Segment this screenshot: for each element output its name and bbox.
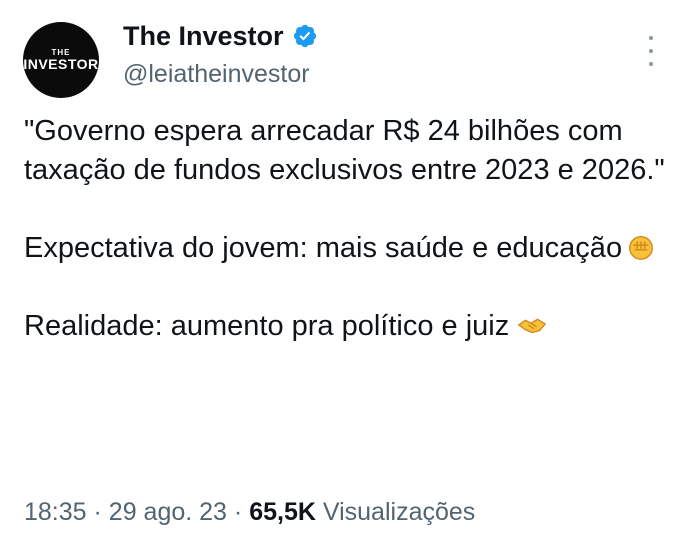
author-name[interactable]: The Investor	[123, 18, 284, 54]
tweet-paragraph-2: Expectativa do jovem: mais saúde e educa…	[24, 229, 674, 268]
tweet-paragraph-3-text: Realidade: aumento pra político e juiz	[24, 310, 510, 342]
verified-badge-icon	[293, 24, 316, 48]
more-vertical-icon[interactable]	[642, 36, 660, 66]
name-row: The Investor	[123, 18, 318, 54]
tweet-text: "Governo espera arrecadar R$ 24 bilhões …	[24, 112, 674, 346]
avatar[interactable]: THE INVESTOR	[23, 22, 99, 98]
avatar-logo-big: INVESTOR	[23, 56, 99, 72]
fist-emoji-icon	[629, 235, 654, 260]
tweet-paragraph-2-text: Expectativa do jovem: mais saúde e educa…	[24, 232, 623, 264]
handshake-emoji-icon	[517, 318, 547, 334]
author-handle[interactable]: @leiatheinvestor	[123, 56, 318, 92]
tweet: THE INVESTOR The Investor @leiatheinvest…	[0, 0, 690, 544]
meta-separator: ·	[233, 498, 243, 526]
tweet-paragraph-1: "Governo espera arrecadar R$ 24 bilhões …	[24, 115, 665, 186]
views-label: Visualizações	[322, 498, 476, 526]
more-dot	[649, 62, 653, 66]
more-dot	[649, 36, 653, 40]
tweet-header: The Investor @leiatheinvestor	[123, 18, 318, 92]
more-dot	[649, 49, 653, 53]
tweet-meta: 18:35 · 29 ago. 23 · 65,5K Visualizações	[24, 494, 475, 530]
tweet-date[interactable]: 29 ago. 23	[109, 498, 227, 526]
tweet-time[interactable]: 18:35	[24, 498, 87, 526]
meta-separator: ·	[93, 498, 102, 526]
tweet-paragraph-3: Realidade: aumento pra político e juiz	[24, 307, 674, 346]
views-count[interactable]: 65,5K	[249, 498, 316, 526]
